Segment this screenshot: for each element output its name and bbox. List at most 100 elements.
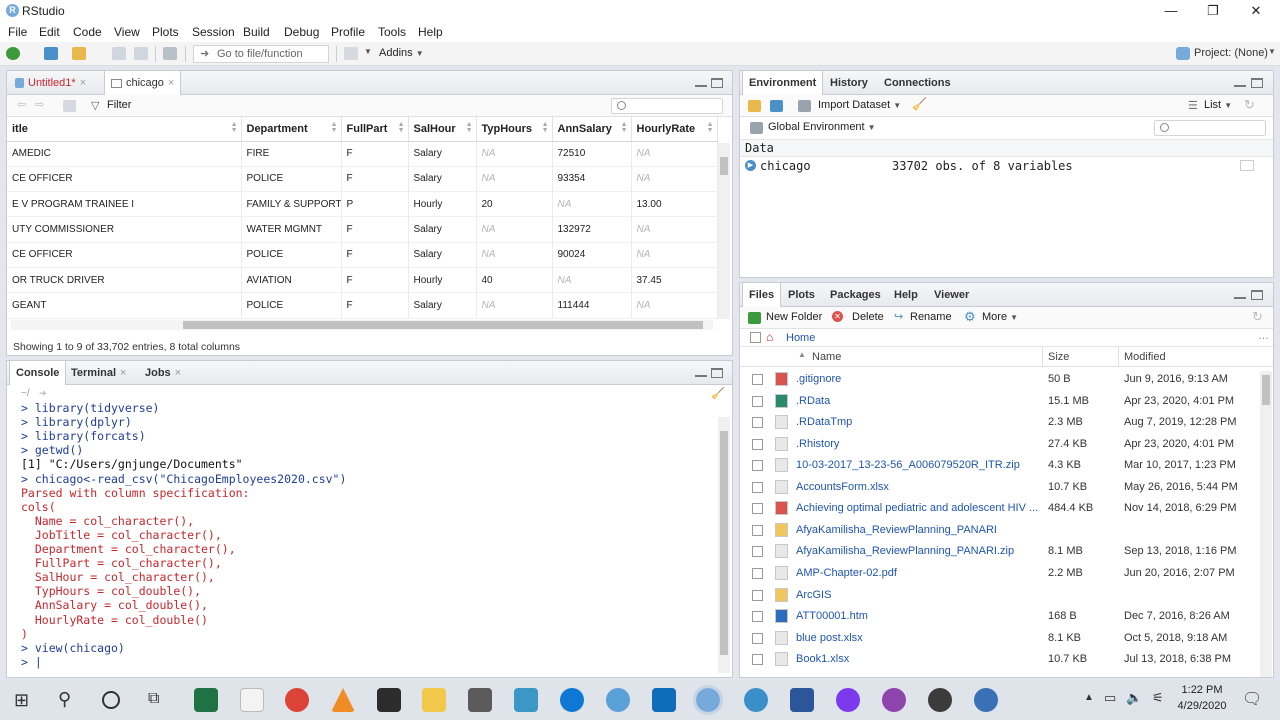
file-row[interactable]: 10-03-2017_13-23-56_A006079520R_ITR.zip 4… (740, 455, 1253, 477)
go-to-file-input[interactable]: ➜ Go to file/function (193, 45, 329, 63)
global-environment-menu[interactable]: Global Environment ▼ (768, 121, 876, 133)
file-checkbox[interactable] (752, 374, 763, 385)
tab-connections[interactable]: Connections (878, 71, 957, 95)
restore-button[interactable]: ❐ (1192, 1, 1234, 21)
minimize-pane-icon[interactable] (695, 85, 707, 87)
close-tab-icon[interactable]: × (168, 77, 174, 89)
back-arrow-icon[interactable]: ⇦ (17, 98, 26, 111)
file-row[interactable]: AfyaKamilisha_ReviewPlanning_PANARI (740, 520, 1253, 542)
file-row[interactable]: blue post.xlsx 8.1 KB Oct 5, 2018, 9:18 AM (740, 628, 1253, 650)
grid-layout-icon[interactable] (344, 47, 358, 60)
app-icon[interactable] (974, 688, 998, 712)
tab-files[interactable]: Files (742, 283, 782, 307)
delete-button[interactable]: Delete (852, 311, 884, 323)
file-row[interactable]: .gitignore 50 B Jun 9, 2016, 9:13 AM (740, 369, 1253, 391)
grid-column-header[interactable]: FullPart ▲ ▼ (341, 117, 409, 142)
new-project-icon[interactable] (44, 47, 58, 60)
edge-icon[interactable] (560, 688, 584, 712)
menu-session[interactable]: Session (192, 25, 235, 39)
file-row[interactable]: Achieving optimal pediatric and adolesce… (740, 498, 1253, 520)
file-name[interactable]: ArcGIS (796, 589, 831, 601)
scroll-thumb[interactable] (183, 321, 703, 329)
outlook-icon[interactable] (652, 688, 676, 712)
scroll-thumb[interactable] (1262, 375, 1270, 405)
app-icon[interactable] (606, 688, 630, 712)
print-icon[interactable] (163, 47, 177, 60)
search-icon[interactable]: ⚲ (58, 689, 71, 710)
tab-packages[interactable]: Packages (824, 283, 887, 307)
environment-search-input[interactable] (1154, 120, 1266, 136)
menu-file[interactable]: File (8, 25, 27, 39)
app-icon[interactable] (928, 688, 952, 712)
load-workspace-icon[interactable] (748, 100, 761, 112)
minimize-button[interactable]: — (1150, 1, 1192, 21)
file-explorer-icon[interactable] (422, 688, 446, 712)
popout-icon[interactable] (63, 100, 76, 112)
excel-icon[interactable] (194, 688, 218, 712)
more-menu[interactable]: More ▼ (982, 311, 1018, 323)
scroll-thumb[interactable] (720, 431, 728, 655)
file-name[interactable]: Book1.xlsx (796, 653, 849, 665)
grid-column-header[interactable]: HourlyRate ▲ ▼ (631, 117, 718, 142)
windows-start-icon[interactable]: ⊞ (14, 690, 29, 711)
environment-object-row[interactable]: ▶ chicago 33702 obs. of 8 variables (740, 157, 1273, 177)
tab-console[interactable]: Console (9, 361, 67, 385)
file-name[interactable]: AfyaKamilisha_ReviewPlanning_PANARI (796, 524, 997, 536)
maximize-pane-icon[interactable] (711, 368, 723, 378)
refresh-icon[interactable]: ↻ (1252, 309, 1263, 325)
clear-console-icon[interactable]: 🧹 (711, 387, 725, 400)
file-row[interactable]: ArcGIS (740, 585, 1253, 607)
tab-jobs[interactable]: Jobs × (139, 361, 187, 385)
maximize-pane-icon[interactable] (1251, 290, 1263, 300)
file-checkbox[interactable] (752, 632, 763, 644)
list-view-menu[interactable]: List ▼ (1204, 99, 1232, 111)
task-view-icon[interactable]: ⧉ (148, 690, 159, 708)
tab-viewer[interactable]: Viewer (928, 283, 975, 307)
file-row[interactable]: .RDataTmp 2.3 MB Aug 7, 2019, 12:28 PM (740, 412, 1253, 434)
grid-column-header[interactable]: AnnSalary ▲ ▼ (552, 117, 632, 142)
minimize-pane-icon[interactable] (1234, 85, 1246, 87)
vlc-icon[interactable] (331, 688, 355, 712)
menu-tools[interactable]: Tools (378, 25, 406, 39)
word-icon[interactable] (790, 688, 814, 712)
new-file-icon[interactable] (6, 47, 20, 60)
menu-help[interactable]: Help (418, 25, 443, 39)
file-name[interactable]: Achieving optimal pediatric and adolesce… (796, 502, 1038, 514)
close-tab-icon[interactable]: × (120, 367, 126, 379)
close-tab-icon[interactable]: × (175, 367, 181, 379)
calculator-icon[interactable] (468, 688, 492, 712)
file-name[interactable]: .gitignore (796, 373, 841, 385)
file-name[interactable]: blue post.xlsx (796, 632, 863, 644)
file-checkbox[interactable] (752, 589, 763, 601)
grid-horizontal-scrollbar[interactable] (11, 320, 713, 330)
save-all-icon[interactable] (134, 47, 148, 60)
tab-help[interactable]: Help (888, 283, 924, 307)
close-button[interactable]: ✕ (1235, 1, 1277, 21)
sticky-notes-icon[interactable] (514, 688, 538, 712)
app-icon[interactable] (744, 688, 768, 712)
grid-column-header[interactable]: itle ▲ ▼ (7, 117, 242, 142)
import-dataset-button[interactable]: Import Dataset ▼ (818, 99, 901, 111)
file-row[interactable]: AMP-Chapter-02.pdf 2.2 MB Jun 20, 2016, 2:… (740, 563, 1253, 585)
file-checkbox[interactable] (752, 567, 763, 579)
tab-untitled1[interactable]: Untitled1* × (9, 71, 92, 95)
forward-arrow-icon[interactable]: ⇨ (35, 98, 44, 111)
menu-plots[interactable]: Plots (152, 25, 179, 39)
file-name[interactable]: .RDataTmp (796, 416, 852, 428)
file-checkbox[interactable] (752, 460, 763, 472)
app-icon[interactable] (882, 688, 906, 712)
menu-view[interactable]: View (114, 25, 140, 39)
tab-terminal[interactable]: Terminal × (65, 361, 132, 385)
grid-column-header[interactable]: Department ▲ ▼ (241, 117, 342, 142)
scroll-thumb[interactable] (720, 157, 728, 175)
chevron-up-icon[interactable]: ▲ (1084, 692, 1094, 703)
wifi-icon[interactable]: ⚟ (1152, 690, 1164, 706)
col-modified-header[interactable]: Modified (1124, 351, 1166, 363)
rename-button[interactable]: Rename (910, 311, 952, 323)
file-row[interactable]: AccountsForm.xlsx 10.7 KB May 26, 2016, 5:… (740, 477, 1253, 499)
view-table-icon[interactable] (1240, 160, 1254, 171)
taskbar-time[interactable]: 1:22 PM (1176, 684, 1228, 696)
save-workspace-icon[interactable] (770, 100, 783, 112)
menu-build[interactable]: Build (243, 25, 270, 39)
taskbar-date[interactable]: 4/29/2020 (1176, 700, 1228, 712)
